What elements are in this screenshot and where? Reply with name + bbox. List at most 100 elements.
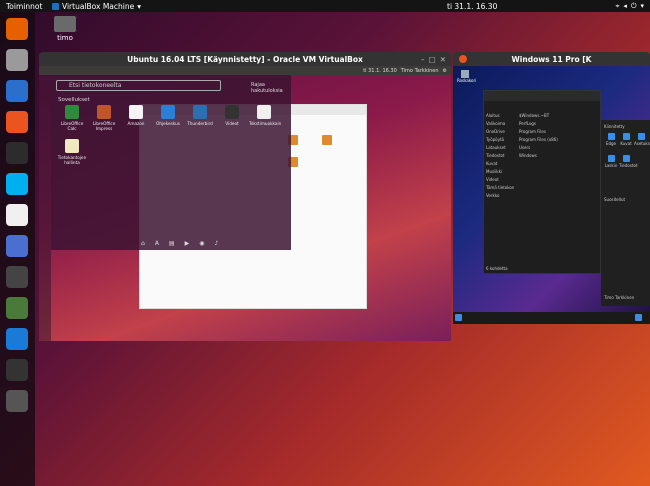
app-icon [65, 139, 79, 153]
chevron-down-icon: ▾ [137, 1, 141, 11]
virtualbox-app-icon [52, 2, 59, 10]
gear-icon[interactable]: ⚙ [443, 68, 447, 74]
minimize-icon[interactable]: – [421, 55, 425, 64]
explorer-file-row[interactable]: PerfLogs [517, 121, 601, 129]
apps-lens-icon[interactable]: A [155, 240, 159, 247]
explorer-nav-item[interactable]: Valikoima [484, 121, 514, 129]
dash-search-placeholder: Etsi tietokoneelta [69, 82, 122, 89]
close-icon[interactable]: ✕ [440, 55, 446, 64]
ubuntu-guest-launcher [39, 75, 51, 341]
screenshot-icon[interactable] [6, 235, 28, 257]
power-icon: ⏻ [630, 1, 637, 10]
start-app-item[interactable]: Edge [604, 133, 618, 146]
explorer-nav-item[interactable]: Musiikki [484, 169, 514, 177]
dash-app-label: LibreOffice Impress [92, 121, 116, 131]
dash-filter-button[interactable]: Rajaa hakutuloksia [251, 82, 291, 94]
clock[interactable]: ti 31.1. 16.30 [447, 2, 497, 11]
windows-taskbar [453, 312, 650, 324]
desktop-home-folder[interactable]: timo [46, 16, 84, 42]
grid-icon[interactable] [6, 390, 28, 412]
system-tray[interactable]: ⌖ ◂ ⏻ ▾ [615, 2, 644, 11]
dash-app-item[interactable]: Thunderbird [185, 105, 215, 126]
dash-app-item[interactable]: Videot [217, 105, 247, 126]
explorer-nav-item[interactable]: Tiedostot [484, 153, 514, 161]
folder-icon[interactable] [322, 135, 332, 145]
software-icon[interactable] [6, 111, 28, 133]
explorer-file-row[interactable]: Program Files [517, 129, 601, 137]
home-lens-icon[interactable]: ⌂ [141, 240, 145, 247]
explorer-nav-item[interactable]: Lataukset [484, 145, 514, 153]
windows-start-icon[interactable] [635, 314, 642, 321]
explorer-nav-item[interactable]: Työpöytä [484, 137, 514, 145]
start-app-item[interactable]: Laskin [604, 155, 618, 168]
start-app-item[interactable]: Tiedostot [619, 155, 638, 168]
dash-app-item[interactable]: LibreOffice Impress [89, 105, 119, 131]
ubuntu-guest-dash: Etsi tietokoneelta Rajaa hakutuloksia So… [51, 75, 291, 250]
explorer-nav-item[interactable]: Videot [484, 177, 514, 185]
dash-search-input[interactable]: Etsi tietokoneelta [56, 80, 221, 91]
notes-icon[interactable] [6, 297, 28, 319]
dash-app-item[interactable]: Tekstimuokkain [249, 105, 282, 126]
files-lens-icon[interactable]: ▤ [169, 240, 175, 247]
start-pinned-heading: Kiinnitetty [604, 124, 625, 129]
ubuntu-guest-screen[interactable]: ti 31.1. 16.30 Timo Tarkkinen ⚙ Etsi tie… [39, 66, 451, 341]
ubuntu-vm-window[interactable]: Ubuntu 16.04 LTS [Käynnistetty] - Oracle… [39, 52, 451, 341]
video-lens-icon[interactable]: ▶ [185, 240, 190, 247]
start-app-label: Asetukset [634, 141, 650, 146]
dash-app-item[interactable]: Amazon [121, 105, 151, 126]
writer-icon[interactable] [6, 80, 28, 102]
start-recommended-heading: Suositellut [604, 197, 626, 202]
start-user[interactable]: Timo Tarkkinen [604, 295, 634, 300]
windows-vm-titlebar[interactable]: Windows 11 Pro [K [453, 52, 650, 66]
photo-lens-icon[interactable]: ◉ [199, 240, 204, 247]
app-icon [97, 105, 111, 119]
explorer-file-row[interactable]: Windows [517, 153, 601, 161]
explorer-file-row[interactable]: $Windows.~BT [517, 113, 601, 121]
app-icon [622, 155, 630, 162]
app-icon [607, 155, 615, 162]
dash-app-item[interactable]: LibreOffice Calc [57, 105, 87, 131]
firefox-icon[interactable] [6, 18, 28, 40]
dash-app-item[interactable]: Tietokantojen hallinta [57, 139, 87, 165]
explorer-file-row[interactable]: Users [517, 145, 601, 153]
close-icon[interactable] [459, 55, 467, 63]
app-menu[interactable]: VirtualBox Machine ▾ [52, 2, 141, 11]
dock [0, 12, 35, 486]
folder-icon [54, 16, 76, 32]
start-app-item[interactable]: Kuvat [619, 133, 633, 146]
explorer-nav-item[interactable]: Aloitus [484, 113, 514, 121]
explorer-status: 6 kohdetta [486, 266, 508, 271]
ubuntu-vm-titlebar[interactable]: Ubuntu 16.04 LTS [Käynnistetty] - Oracle… [39, 52, 451, 66]
activities-button[interactable]: Toiminnot [6, 2, 46, 11]
slack-icon[interactable] [6, 204, 28, 226]
dash-app-label: Tekstimuokkain [249, 121, 282, 126]
file-explorer-window[interactable]: Aloitus Valikoima OneDrive Työpöytä Lataukse… [483, 90, 601, 274]
skype-icon[interactable] [6, 173, 28, 195]
windows-guest-screen[interactable]: Roskakori Aloitus Valikoima OneDrive Työpöy… [453, 66, 650, 324]
monitor-icon[interactable] [6, 266, 28, 288]
virtualbox-display-icon[interactable] [6, 328, 28, 350]
app-icon [161, 105, 175, 119]
explorer-nav-item[interactable]: Verkko [484, 193, 514, 201]
dash-app-item[interactable]: Ohjekeskus [153, 105, 183, 126]
app-icon [65, 105, 79, 119]
crop-icon[interactable] [6, 359, 28, 381]
files-icon[interactable] [6, 49, 28, 71]
windows-vm-window[interactable]: Windows 11 Pro [K Roskakori Aloitus Valik… [453, 52, 650, 324]
terminal-icon[interactable] [6, 142, 28, 164]
start-app-item[interactable]: Asetukset [634, 133, 650, 146]
ubuntu-guest-clock: ti 31.1. 16.30 [363, 67, 397, 74]
music-lens-icon[interactable]: ♪ [214, 240, 218, 247]
explorer-nav-item[interactable]: OneDrive [484, 129, 514, 137]
explorer-tabbar [484, 91, 600, 101]
recycle-bin[interactable]: Roskakori [457, 70, 476, 83]
explorer-nav-item[interactable]: Kuvat [484, 161, 514, 169]
maximize-icon[interactable]: □ [429, 55, 436, 64]
app-icon [225, 105, 239, 119]
start-pinned-apps: EdgeKuvatAsetukset LaskinTiedostot [601, 133, 650, 193]
windows-start-icon[interactable] [455, 314, 462, 321]
ubuntu-vm-title: Ubuntu 16.04 LTS [Käynnistetty] - Oracle… [127, 54, 363, 64]
explorer-nav-item[interactable]: Tämä tietokone [484, 185, 514, 193]
start-menu[interactable]: Kiinnitetty EdgeKuvatAsetukset LaskinTied… [601, 120, 650, 306]
explorer-file-row[interactable]: Program Files (x86) [517, 137, 601, 145]
